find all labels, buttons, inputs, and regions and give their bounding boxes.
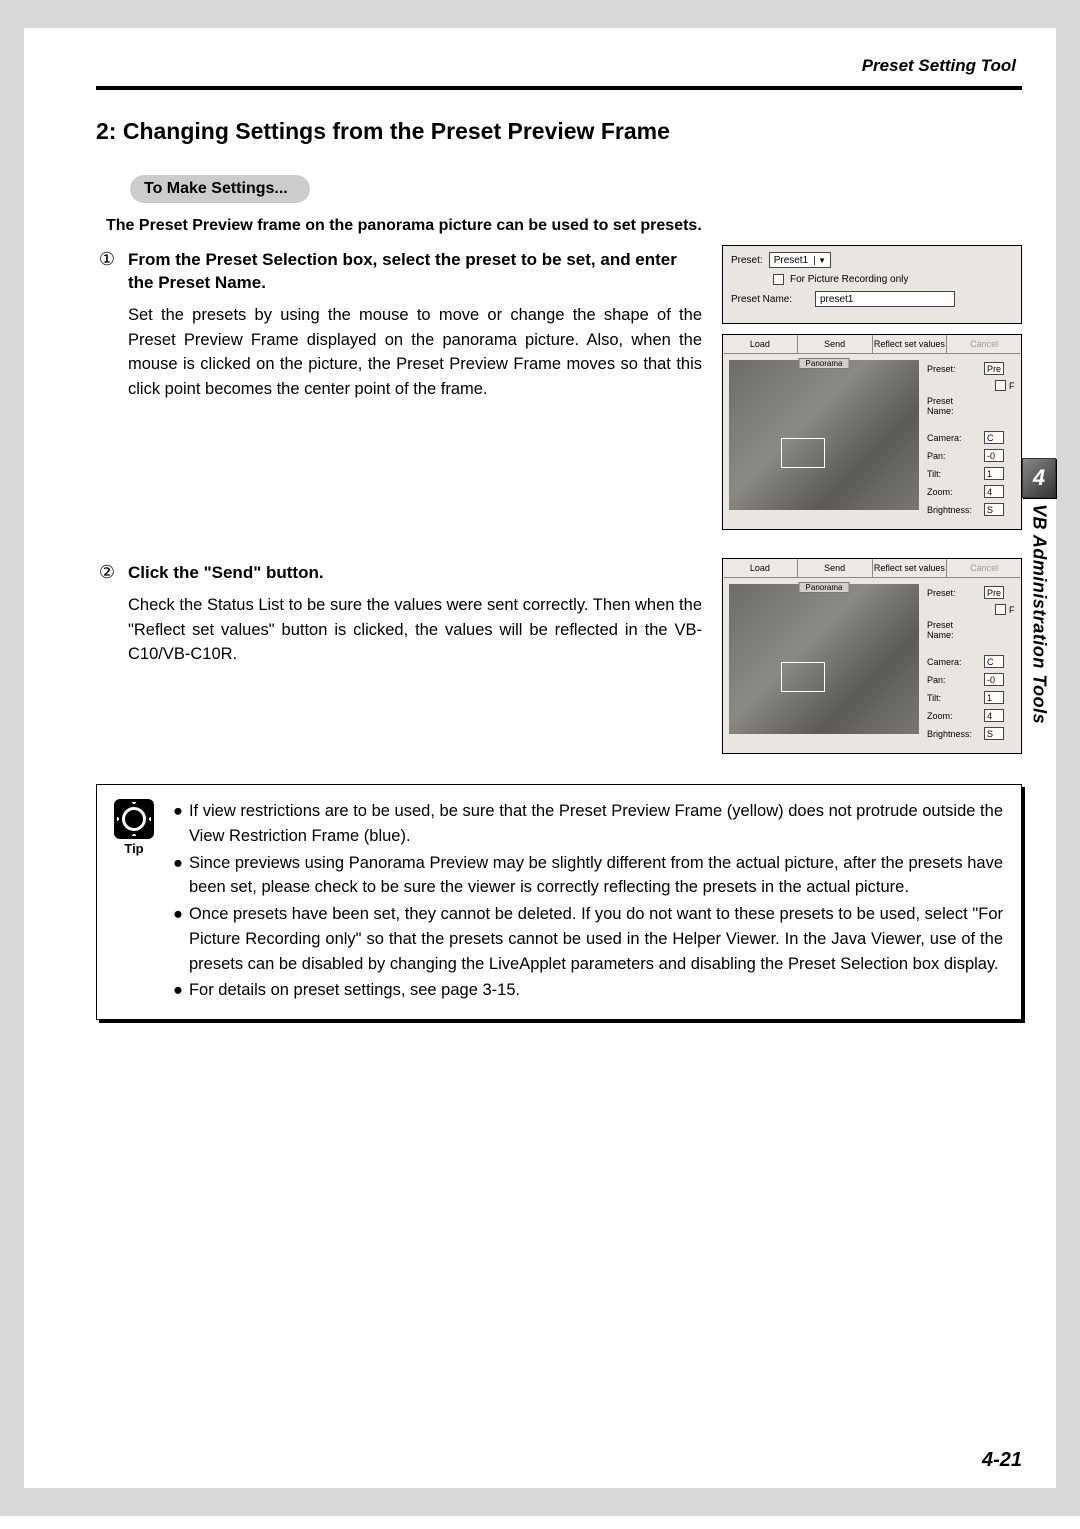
tip-box: Tip ●If view restrictions are to be used… <box>96 784 1022 1020</box>
screenshot-panorama-2: Load Send Reflect set values Cancel Pano… <box>722 558 1022 754</box>
step-1-title: From the Preset Selection box, select th… <box>128 249 702 295</box>
bullet-icon: ● <box>173 851 183 901</box>
panorama-preview[interactable]: Panorama <box>729 360 919 510</box>
step-2: ② Click the "Send" button. Check the Sta… <box>96 562 702 667</box>
tip-item-2: Since previews using Panorama Preview ma… <box>189 851 1003 901</box>
section-title: 2: Changing Settings from the Preset Pre… <box>96 118 1022 145</box>
step-1-body: Set the presets by using the mouse to mo… <box>128 303 702 402</box>
side2-zoom-value[interactable]: 4 <box>984 709 1004 722</box>
panorama-tab-label-2: Panorama <box>799 582 850 593</box>
step-2-number: ② <box>96 562 118 667</box>
reflect-button[interactable]: Reflect set values <box>873 335 948 353</box>
side2-brightness-value[interactable]: S <box>984 727 1004 740</box>
recording-only-label: For Picture Recording only <box>790 274 908 285</box>
side-camera-value[interactable]: C <box>984 431 1004 444</box>
preset-label: Preset: <box>731 255 763 266</box>
load-button-2[interactable]: Load <box>723 559 798 577</box>
side2-camera-value[interactable]: C <box>984 655 1004 668</box>
bullet-icon: ● <box>173 799 183 849</box>
side2-pan-label: Pan: <box>927 675 981 685</box>
side-recording-label: F <box>1009 381 1017 391</box>
send-button-2[interactable]: Send <box>798 559 873 577</box>
side2-recording-checkbox[interactable] <box>995 604 1006 615</box>
preset-dropdown-value: Preset1 <box>774 255 808 266</box>
step-2-title: Click the "Send" button. <box>128 562 702 585</box>
bullet-icon: ● <box>173 902 183 976</box>
side2-zoom-label: Zoom: <box>927 711 981 721</box>
tip-item-4: For details on preset settings, see page… <box>189 978 520 1003</box>
screenshot-panorama-1: Load Send Reflect set values Cancel Pano… <box>722 334 1022 530</box>
side-pan-value[interactable]: -0 <box>984 449 1004 462</box>
side-zoom-value[interactable]: 4 <box>984 485 1004 498</box>
step-1: ① From the Preset Selection box, select … <box>96 249 702 402</box>
tip-icon <box>114 799 154 839</box>
screenshot-preset-selection: Preset: Preset1 ▼ For Picture Recording … <box>722 245 1022 324</box>
chapter-number-badge: 4 <box>1022 458 1056 498</box>
preset-preview-frame-2[interactable] <box>781 662 825 692</box>
side2-preset-name-label: Preset Name: <box>927 620 981 640</box>
side2-camera-label: Camera: <box>927 657 981 667</box>
tip-item-3: Once presets have been set, they cannot … <box>189 902 1003 976</box>
panorama-tab-label: Panorama <box>799 358 850 369</box>
send-button[interactable]: Send <box>798 335 873 353</box>
side2-preset-value[interactable]: Pre <box>984 586 1004 599</box>
side2-recording-label: F <box>1009 605 1017 615</box>
cancel-button-2[interactable]: Cancel <box>947 559 1021 577</box>
make-settings-pill: To Make Settings... <box>130 175 310 203</box>
page-number: 4-21 <box>982 1449 1022 1472</box>
chevron-down-icon: ▼ <box>814 256 826 265</box>
side-recording-checkbox[interactable] <box>995 380 1006 391</box>
side2-tilt-label: Tilt: <box>927 693 981 703</box>
side2-brightness-label: Brightness: <box>927 729 981 739</box>
side-preset-value[interactable]: Pre <box>984 362 1004 375</box>
tip-list: ●If view restrictions are to be used, be… <box>173 799 1003 1005</box>
header-tool-title: Preset Setting Tool <box>96 56 1022 76</box>
header-rule <box>96 86 1022 90</box>
recording-only-checkbox[interactable] <box>773 274 784 285</box>
chapter-title-vertical: VB Administration Tools <box>1029 504 1050 724</box>
load-button[interactable]: Load <box>723 335 798 353</box>
side-tilt-label: Tilt: <box>927 469 981 479</box>
preset-name-input[interactable]: preset1 <box>815 291 955 307</box>
side-pan-label: Pan: <box>927 451 981 461</box>
chapter-side-tab: 4 VB Administration Tools <box>1022 458 1056 724</box>
bullet-icon: ● <box>173 978 183 1003</box>
side-brightness-label: Brightness: <box>927 505 981 515</box>
side2-preset-label: Preset: <box>927 588 981 598</box>
preset-dropdown[interactable]: Preset1 ▼ <box>769 252 831 268</box>
side-tilt-value[interactable]: 1 <box>984 467 1004 480</box>
side-preset-label: Preset: <box>927 364 981 374</box>
preset-name-label: Preset Name: <box>731 294 809 305</box>
panorama-preview-2[interactable]: Panorama <box>729 584 919 734</box>
side-zoom-label: Zoom: <box>927 487 981 497</box>
step-2-body: Check the Status List to be sure the val… <box>128 593 702 667</box>
tip-label: Tip <box>111 841 157 856</box>
side2-pan-value[interactable]: -0 <box>984 673 1004 686</box>
cancel-button[interactable]: Cancel <box>947 335 1021 353</box>
side-preset-name-label: Preset Name: <box>927 396 981 416</box>
lead-text: The Preset Preview frame on the panorama… <box>106 217 1022 235</box>
preset-name-value: preset1 <box>820 294 853 305</box>
reflect-button-2[interactable]: Reflect set values <box>873 559 948 577</box>
preset-preview-frame[interactable] <box>781 438 825 468</box>
tip-item-1: If view restrictions are to be used, be … <box>189 799 1003 849</box>
side2-tilt-value[interactable]: 1 <box>984 691 1004 704</box>
side-camera-label: Camera: <box>927 433 981 443</box>
side-brightness-value[interactable]: S <box>984 503 1004 516</box>
step-1-number: ① <box>96 249 118 402</box>
